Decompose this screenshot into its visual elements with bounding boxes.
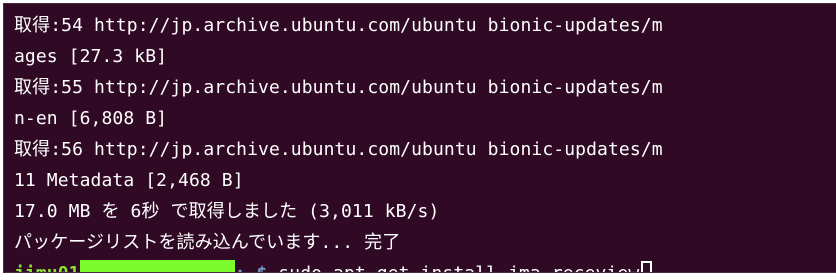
terminal-output-line: 取得:56 http://jp.archive.ubuntu.com/ubunt… — [14, 139, 663, 160]
terminal-output-line: パッケージリストを読み込んでいます... 完了 — [14, 232, 401, 253]
terminal-output-line: 取得:55 http://jp.archive.ubuntu.com/ubunt… — [14, 77, 663, 98]
text-cursor — [641, 261, 653, 272]
terminal-output-line: 取得:54 http://jp.archive.ubuntu.com/ubunt… — [14, 15, 663, 36]
terminal-output-line: n-en [6,808 B] — [14, 108, 168, 129]
prompt-path: :~$ — [235, 263, 268, 272]
terminal-window[interactable]: 取得:54 http://jp.archive.ubuntu.com/ubunt… — [3, 3, 836, 273]
prompt-command[interactable]: sudo apt-get install jma-receview — [267, 263, 639, 272]
terminal-output-line: ages [27.3 kB] — [14, 46, 168, 67]
terminal-output-line: 11 Metadata [2,468 B] — [14, 170, 244, 191]
terminal-prompt-line[interactable]: jimu01 :~$ sudo apt-get install jma-recev… — [14, 258, 836, 272]
terminal-output-line: 17.0 MB を 6秒 で取得しました (3,011 kB/s) — [14, 201, 440, 222]
prompt-username: jimu01 — [14, 263, 80, 272]
redacted-hostname-block — [79, 260, 235, 272]
